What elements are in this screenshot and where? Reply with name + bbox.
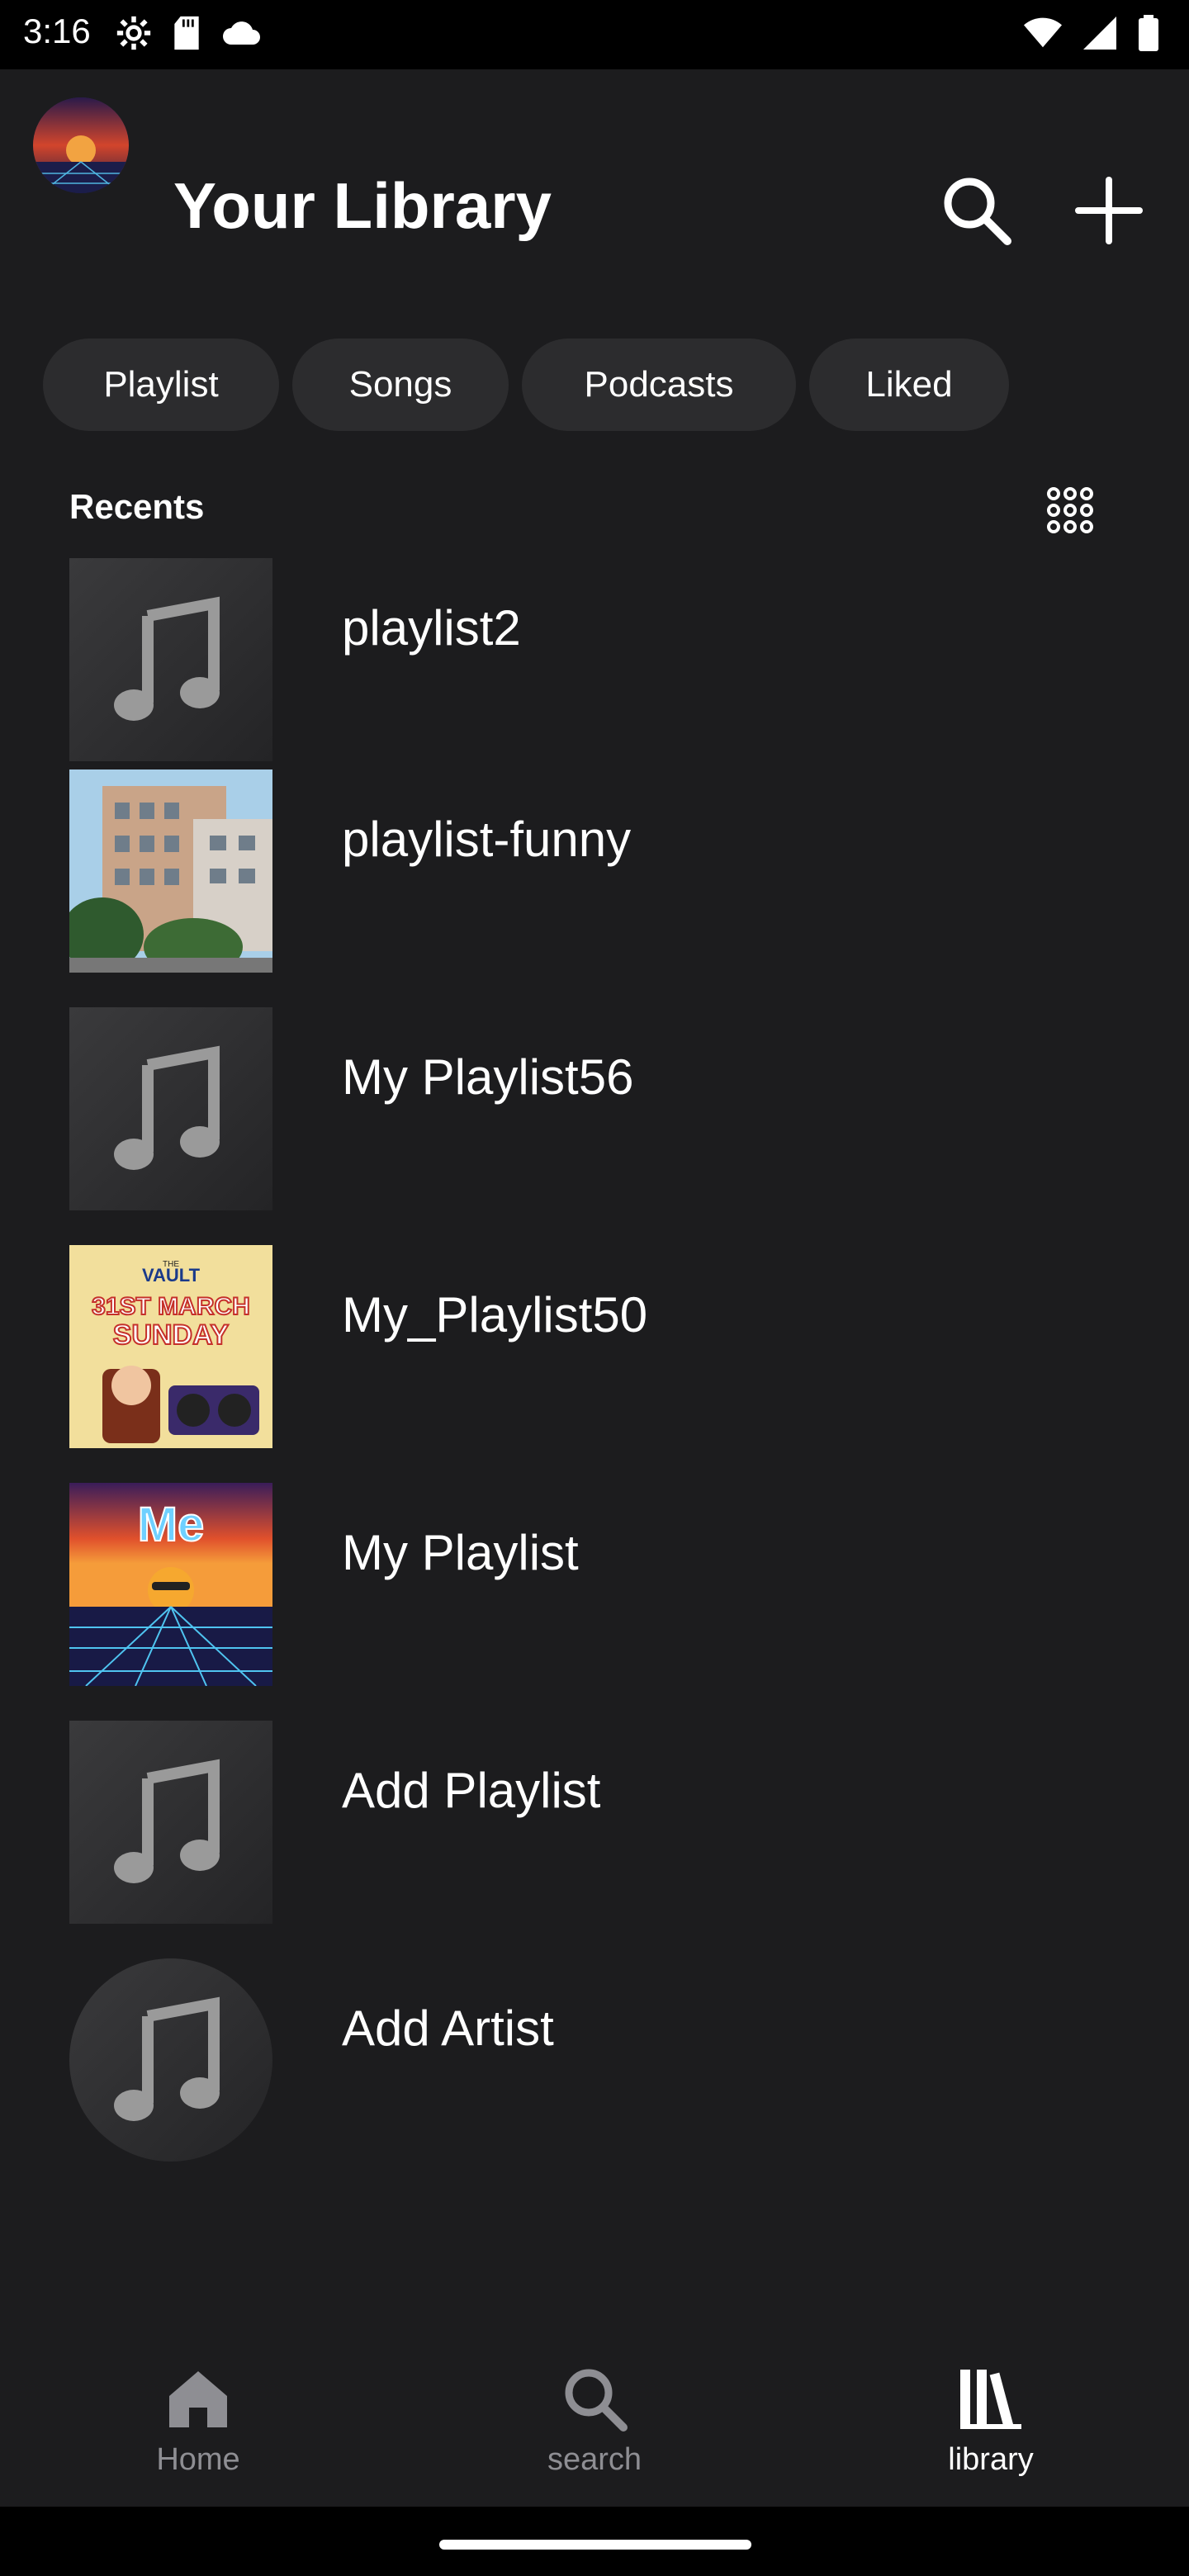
list-item-title: playlist-funny	[342, 812, 632, 867]
list-item[interactable]: Add Artist	[69, 1958, 1143, 2162]
filter-chips: Playlist Songs Podcasts Liked	[43, 339, 1009, 431]
list-item-title: My Playlist	[342, 1525, 579, 1580]
nav-home[interactable]: Home	[0, 2328, 396, 2507]
cloud-icon	[221, 15, 264, 55]
playlist-art	[69, 1721, 272, 1924]
svg-text:VAULT: VAULT	[142, 1265, 201, 1286]
plus-icon	[1075, 177, 1143, 244]
chip-songs[interactable]: Songs	[292, 339, 509, 431]
battery-icon	[1138, 15, 1159, 55]
event-poster: THE VAULT 31ST MARCH SUNDAY	[69, 1245, 272, 1448]
chip-podcasts[interactable]: Podcasts	[522, 339, 796, 431]
signal-icon	[1083, 17, 1116, 54]
music-note-icon	[114, 1045, 220, 1170]
svg-text:Me: Me	[138, 1498, 205, 1551]
list-item-title: playlist2	[342, 600, 521, 656]
status-right-icons	[1024, 15, 1159, 55]
chip-playlist[interactable]: Playlist	[43, 339, 279, 431]
recents-label: Recents	[69, 487, 205, 526]
artist-art	[69, 1958, 272, 2162]
settings-gear-icon	[116, 15, 152, 55]
nav-library-label: library	[948, 2442, 1034, 2477]
list-item[interactable]: THE VAULT 31ST MARCH SUNDAY My_Playlist5…	[69, 1245, 1143, 1448]
home-icon	[169, 2371, 227, 2427]
header-add-button[interactable]	[1072, 173, 1146, 248]
playlist-art: Me	[69, 1483, 272, 1686]
list-item[interactable]: Me My Playlist	[69, 1483, 1143, 1686]
search-icon	[565, 2369, 628, 2432]
nav-home-label: Home	[156, 2442, 240, 2477]
list-item-title: Add Playlist	[342, 1763, 601, 1818]
retro-sunset-art: Me	[69, 1483, 272, 1686]
list-item[interactable]: My Playlist56	[69, 1007, 1143, 1210]
svg-text:31ST MARCH: 31ST MARCH	[92, 1293, 250, 1320]
header-search-button[interactable]	[940, 173, 1014, 248]
playlist-art	[69, 769, 272, 973]
music-note-icon	[114, 1996, 220, 2121]
list-item-title: Add Artist	[342, 2001, 554, 2056]
building-photo	[69, 769, 272, 973]
list-item[interactable]: playlist2	[69, 558, 1143, 761]
music-note-icon	[114, 596, 220, 721]
svg-text:SUNDAY: SUNDAY	[113, 1319, 230, 1351]
playlist-art	[69, 558, 272, 761]
list-item[interactable]: Add Playlist	[69, 1721, 1143, 1924]
status-time: 3:16	[23, 12, 91, 50]
search-icon	[944, 178, 1011, 245]
list-item[interactable]: playlist-funny	[69, 769, 1143, 973]
nav-search-label: search	[547, 2442, 642, 2477]
playlist-art: THE VAULT 31ST MARCH SUNDAY	[69, 1245, 272, 1448]
avatar[interactable]	[33, 97, 129, 193]
sd-card-icon	[170, 15, 203, 55]
system-nav-area	[0, 2507, 1189, 2576]
gesture-bar[interactable]	[439, 2540, 751, 2550]
page-title: Your Library	[173, 169, 552, 242]
chip-liked[interactable]: Liked	[809, 339, 1009, 431]
music-note-icon	[114, 1759, 220, 1883]
status-bar: 3:16	[0, 0, 1189, 69]
nav-search[interactable]: search	[396, 2328, 793, 2507]
playlist-art	[69, 1007, 272, 1210]
list-item-title: My Playlist56	[342, 1049, 634, 1105]
library-icon	[960, 2370, 1021, 2429]
grid-view-toggle[interactable]	[1044, 484, 1097, 537]
grid-view-icon	[1047, 487, 1093, 533]
list-item-title: My_Playlist50	[342, 1287, 648, 1342]
nav-library[interactable]: library	[793, 2328, 1189, 2507]
bottom-nav: Home search library	[0, 2328, 1189, 2507]
status-left-icons	[116, 15, 264, 55]
wifi-icon	[1024, 17, 1062, 54]
